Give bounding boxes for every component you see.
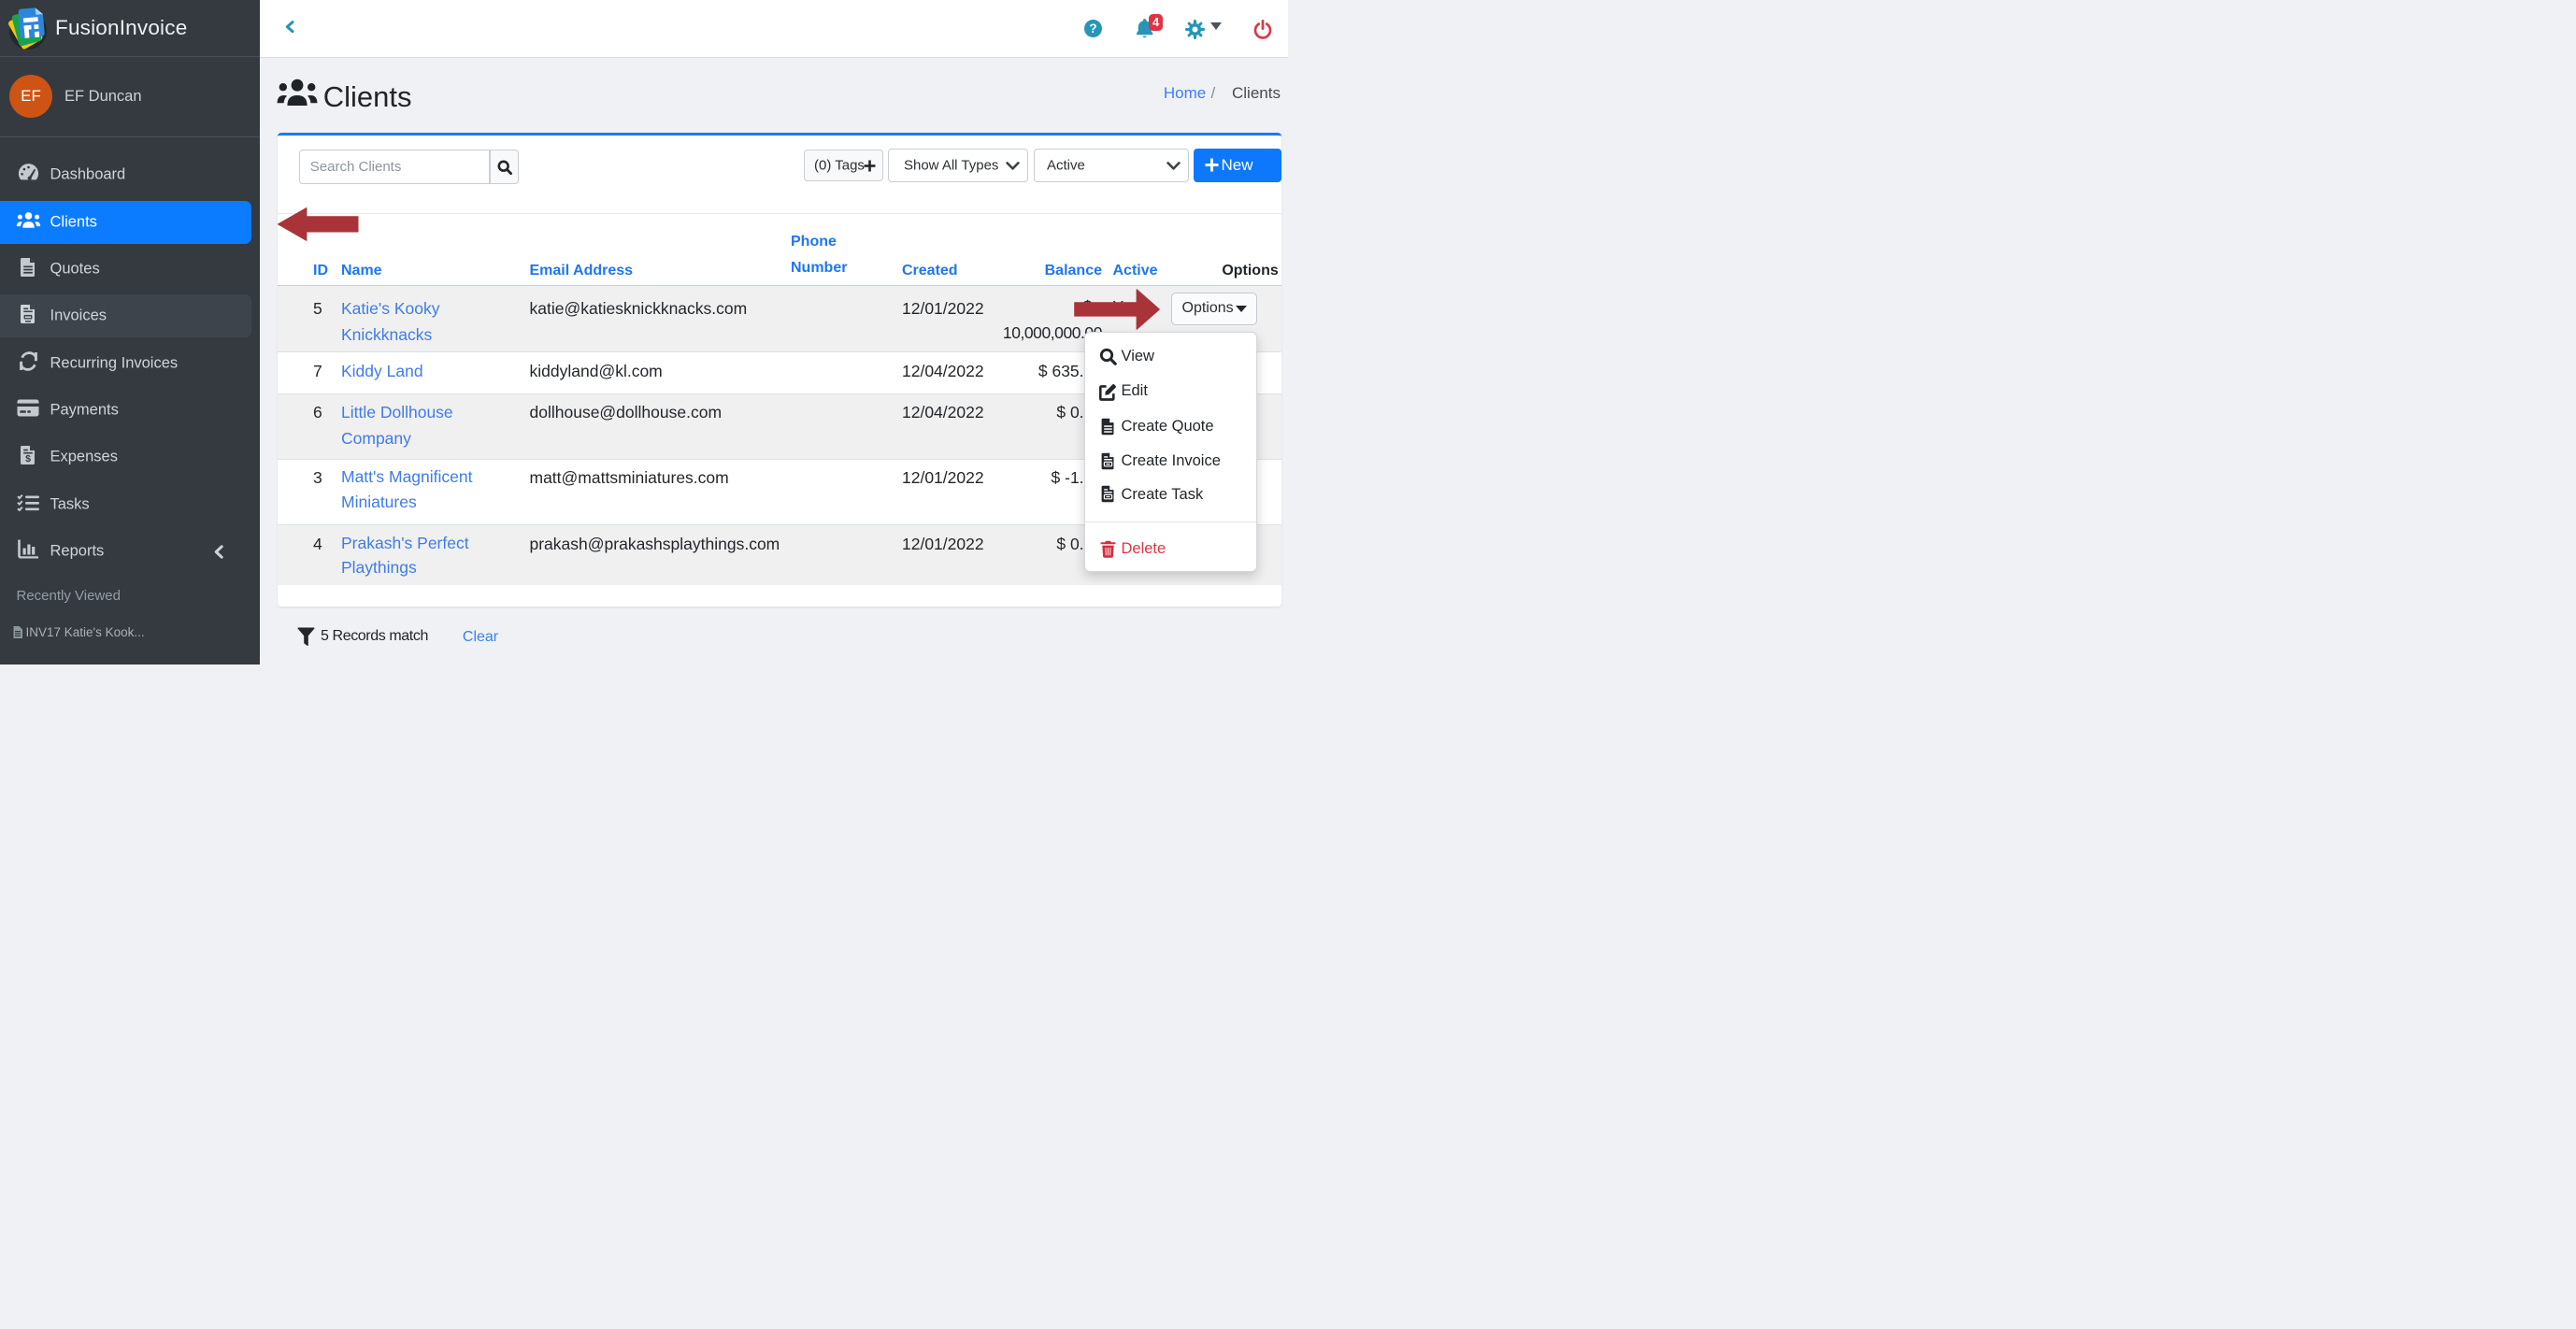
svg-text:$: $: [25, 453, 31, 464]
svg-text:?: ?: [1089, 21, 1096, 36]
